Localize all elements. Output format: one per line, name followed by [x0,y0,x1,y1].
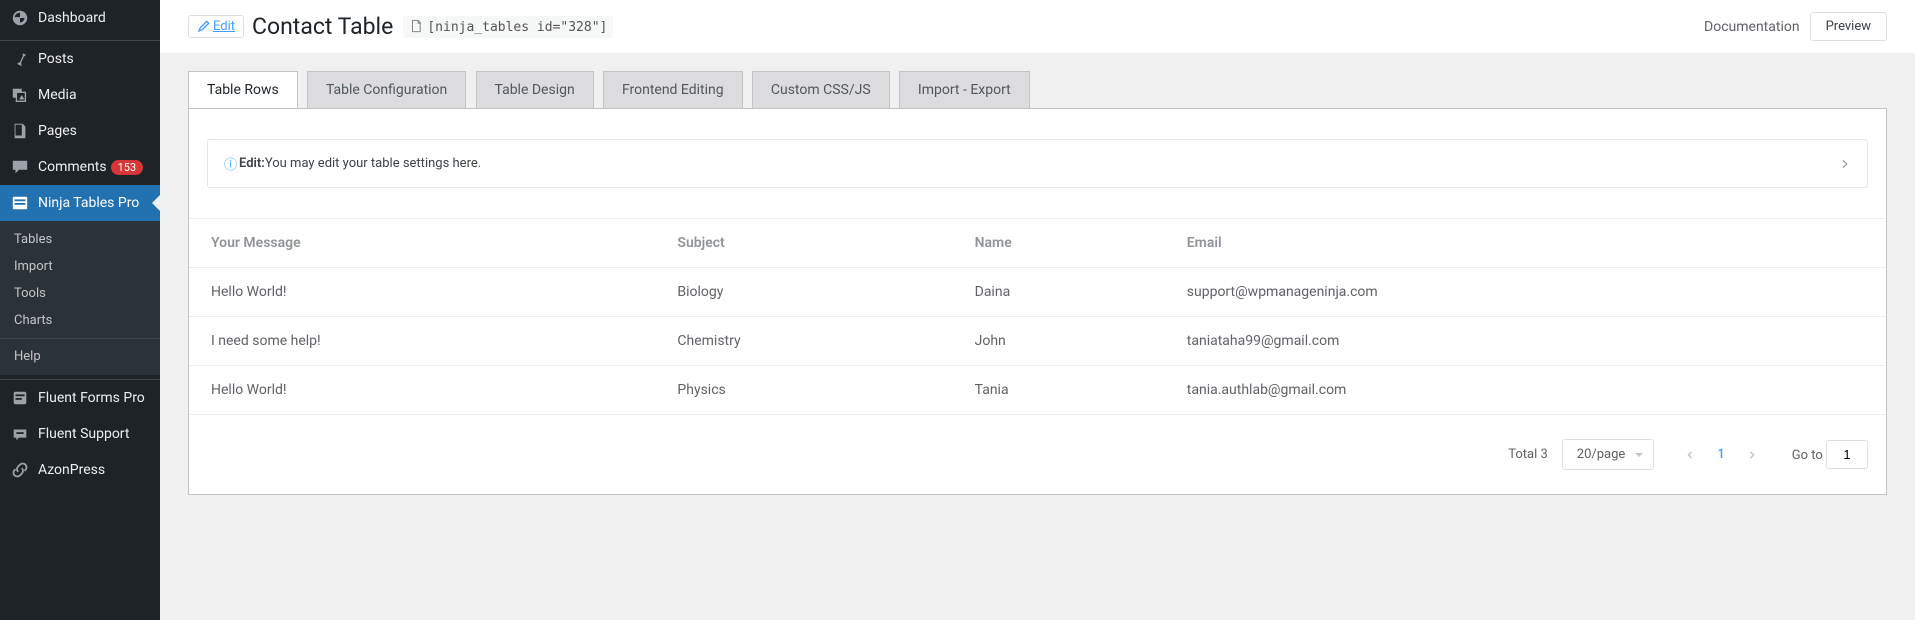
dashboard-icon [10,8,30,28]
cell-email: support@wpmanageninja.com [1173,268,1886,317]
sidebar-item-label: Fluent Forms Pro [38,390,145,406]
table-row[interactable]: Hello World! Physics Tania tania.authlab… [189,366,1886,415]
cell-name: Daina [961,268,1173,317]
sidebar-item-label: Media [38,87,77,103]
prev-page-button[interactable] [1674,441,1706,468]
documentation-link[interactable]: Documentation [1704,19,1800,35]
tab-bar: Table Rows Table Configuration Table Des… [160,53,1915,108]
subitem-tables[interactable]: Tables [0,226,160,253]
table-row[interactable]: Hello World! Biology Daina support@wpman… [189,268,1886,317]
document-icon [409,19,423,33]
table-icon [10,193,30,213]
tab-import-export[interactable]: Import - Export [899,71,1030,108]
subitem-tools[interactable]: Tools [0,280,160,307]
tab-body: ⓘ Edit: You may edit your table settings… [188,108,1887,495]
comments-count-badge: 153 [111,160,144,175]
sidebar-item-label: Ninja Tables Pro [38,195,139,211]
media-icon [10,85,30,105]
tab-custom-css-js[interactable]: Custom CSS/JS [752,71,890,108]
cell-subject: Physics [663,366,960,415]
sidebar-item-azonpress[interactable]: AzonPress [0,452,160,488]
shortcode-display[interactable]: [ninja_tables id="328"] [403,16,613,38]
sidebar-item-media[interactable]: Media [0,77,160,113]
cell-message: Hello World! [189,366,663,415]
table-row[interactable]: I need some help! Chemistry John taniata… [189,317,1886,366]
info-text: You may edit your table settings here. [265,156,481,171]
cell-subject: Chemistry [663,317,960,366]
col-header-message[interactable]: Your Message [189,219,663,268]
shortcode-text: [ninja_tables id="328"] [427,20,607,35]
tab-frontend-editing[interactable]: Frontend Editing [603,71,743,108]
edit-settings-strip[interactable]: ⓘ Edit: You may edit your table settings… [207,139,1868,188]
next-page-button[interactable] [1736,441,1768,468]
sidebar-item-pages[interactable]: Pages [0,113,160,149]
sidebar-item-label: Dashboard [38,10,106,26]
cell-email: tania.authlab@gmail.com [1173,366,1886,415]
link-icon [10,460,30,480]
goto-input[interactable] [1826,440,1868,469]
sidebar-item-label: Pages [38,123,77,139]
page-title: Contact Table [252,13,393,40]
page-size-value: 20/page [1577,447,1626,462]
col-header-email[interactable]: Email [1173,219,1886,268]
subitem-help[interactable]: Help [0,343,160,370]
admin-sidebar: Dashboard Posts Media Pages Comments 153… [0,0,160,620]
ninja-tables-submenu: Tables Import Tools Charts Help [0,221,160,375]
cell-message: I need some help! [189,317,663,366]
chevron-right-icon [1747,450,1757,460]
tab-table-design[interactable]: Table Design [476,71,594,108]
cell-message: Hello World! [189,268,663,317]
pages-icon [10,121,30,141]
table-footer: Total 3 20/page 1 Go to [189,415,1886,494]
chevron-left-icon [1685,450,1695,460]
pencil-icon [197,20,210,33]
sidebar-item-label: AzonPress [38,462,105,478]
page-size-select[interactable]: 20/page [1562,439,1655,470]
support-icon [10,424,30,444]
pager: 1 [1674,441,1767,468]
sidebar-item-posts[interactable]: Posts [0,41,160,77]
sidebar-item-label: Comments [38,159,107,175]
page-header: Edit Contact Table [ninja_tables id="328… [160,0,1915,53]
comment-icon [10,157,30,177]
edit-label: Edit [213,19,235,34]
col-header-subject[interactable]: Subject [663,219,960,268]
tab-table-rows[interactable]: Table Rows [188,71,298,108]
cell-name: John [961,317,1173,366]
tab-table-configuration[interactable]: Table Configuration [307,71,466,108]
data-table: Your Message Subject Name Email Hello Wo… [189,218,1886,415]
sidebar-item-comments[interactable]: Comments 153 [0,149,160,185]
preview-button[interactable]: Preview [1810,12,1887,41]
info-prefix: Edit: [239,156,265,171]
chevron-right-icon [1839,156,1851,171]
total-count: Total 3 [1508,447,1548,462]
sidebar-item-label: Fluent Support [38,426,129,442]
sidebar-item-dashboard[interactable]: Dashboard [0,0,160,36]
goto-label: Go to [1792,448,1823,463]
info-icon: ⓘ [224,154,237,173]
goto-wrapper: Go to [1792,440,1868,469]
pin-icon [10,49,30,69]
cell-subject: Biology [663,268,960,317]
sidebar-item-ninja-tables[interactable]: Ninja Tables Pro [0,185,160,221]
sidebar-item-fluent-support[interactable]: Fluent Support [0,416,160,452]
form-icon [10,388,30,408]
sidebar-item-label: Posts [38,51,74,67]
edit-title-button[interactable]: Edit [188,15,244,38]
subitem-charts[interactable]: Charts [0,307,160,334]
sidebar-item-fluent-forms[interactable]: Fluent Forms Pro [0,380,160,416]
subitem-import[interactable]: Import [0,253,160,280]
cell-name: Tania [961,366,1173,415]
main-content: Edit Contact Table [ninja_tables id="328… [160,0,1915,495]
current-page[interactable]: 1 [1706,441,1735,468]
cell-email: taniataha99@gmail.com [1173,317,1886,366]
col-header-name[interactable]: Name [961,219,1173,268]
table-header-row: Your Message Subject Name Email [189,219,1886,268]
